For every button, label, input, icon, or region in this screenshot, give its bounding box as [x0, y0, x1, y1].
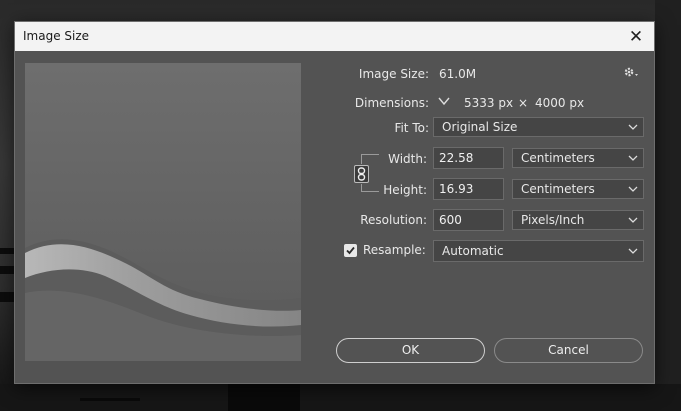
close-icon[interactable]: ✕ [618, 22, 654, 51]
width-unit-value: Centimeters [521, 151, 595, 165]
fit-to-select[interactable]: Original Size [433, 117, 644, 137]
resample-value: Automatic [442, 244, 504, 258]
chevron-down-icon [628, 217, 638, 223]
dimensions-times: × [518, 96, 529, 110]
chevron-down-icon[interactable] [437, 94, 451, 108]
chevron-down-icon [628, 186, 638, 192]
image-preview[interactable] [25, 63, 301, 361]
ok-button[interactable]: OK [336, 338, 485, 363]
dialog-title: Image Size [23, 29, 90, 43]
resolution-unit-select[interactable]: Pixels/Inch [512, 210, 644, 230]
image-size-dialog: Image Size ✕ Image Size: 61.0M Dimension… [14, 21, 655, 384]
chevron-down-icon [628, 248, 638, 254]
height-unit-value: Centimeters [521, 182, 595, 196]
fit-to-label: Fit To: [394, 121, 429, 135]
image-size-label: Image Size: [358, 67, 429, 81]
width-label: Width: [388, 152, 427, 166]
dimensions-width: 5333 px [464, 96, 514, 110]
image-size-value: 61.0M [439, 67, 477, 81]
title-bar: Image Size ✕ [15, 22, 654, 51]
height-input[interactable]: 16.93 [433, 178, 504, 200]
resolution-label: Resolution: [360, 213, 427, 227]
dimensions-height: 4000 px [535, 96, 585, 110]
gear-icon[interactable] [623, 65, 643, 81]
resample-select[interactable]: Automatic [433, 240, 644, 262]
height-label: Height: [383, 183, 427, 197]
resample-label: Resample: [363, 243, 426, 257]
chevron-down-icon [628, 124, 638, 130]
resolution-unit-value: Pixels/Inch [521, 213, 585, 227]
width-unit-select[interactable]: Centimeters [512, 148, 644, 168]
link-icon[interactable] [354, 165, 369, 183]
height-unit-select[interactable]: Centimeters [512, 179, 644, 199]
cancel-button[interactable]: Cancel [494, 338, 643, 363]
width-input[interactable]: 22.58 [433, 147, 504, 169]
resample-checkbox[interactable] [344, 244, 357, 257]
dimensions-label: Dimensions: [354, 96, 429, 110]
checkmark-icon [346, 246, 355, 255]
fit-to-value: Original Size [442, 120, 518, 134]
chevron-down-icon [628, 155, 638, 161]
resolution-input[interactable]: 600 [433, 209, 504, 231]
